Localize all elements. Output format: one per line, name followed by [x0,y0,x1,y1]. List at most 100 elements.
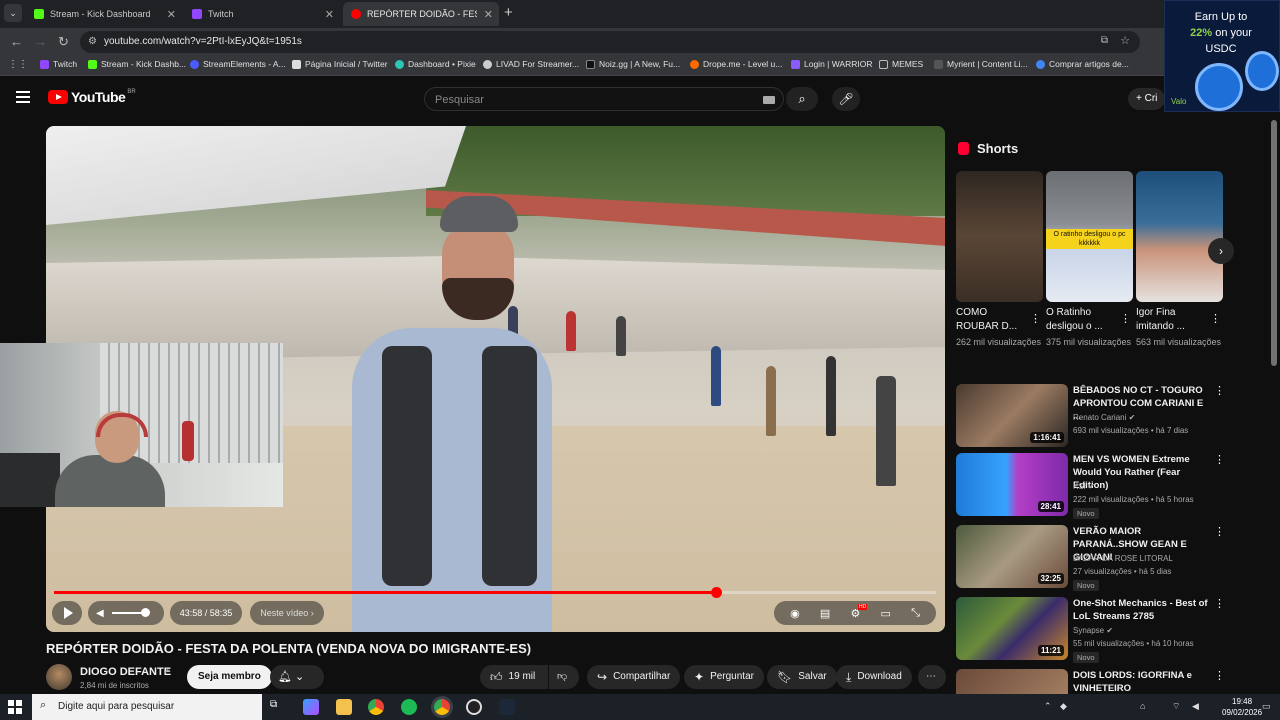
more-actions-button[interactable]: ⋯ [918,665,946,689]
dislike-button[interactable]: 👎︎ [549,665,579,689]
page-scrollbar[interactable] [1271,120,1277,366]
bookmark-item[interactable]: Drope.me - Level u... [690,59,782,69]
network-icon[interactable]: ⌂ [1140,701,1145,711]
site-info-icon[interactable]: ⚙ [88,36,97,47]
video-thumbnail[interactable]: 1:16:41 [956,384,1068,447]
tray-overflow-icon[interactable]: ⌃ [1044,701,1052,712]
bookmark-item[interactable]: Login | WARRIOR [791,59,873,69]
more-vert-icon[interactable]: ⋮ [1214,453,1225,466]
speaker-icon[interactable]: ◀︎ [1192,701,1199,712]
notifications-icon[interactable]: ▭ [1262,701,1271,712]
channel-name[interactable]: DIOGO DEFANTE [80,666,171,678]
chrome-active-icon[interactable] [434,699,450,715]
forward-icon[interactable]: → [34,34,47,49]
more-vert-icon[interactable]: ⋮ [1214,384,1225,397]
progress-scrubber[interactable] [710,587,722,598]
chrome-icon[interactable] [368,699,384,715]
theater-mode-icon[interactable]: ▭ [880,607,890,620]
spotify-icon[interactable] [401,699,417,715]
reload-icon[interactable]: ↻ [58,34,69,50]
close-tab-icon[interactable]: ✕ [167,8,176,21]
tab-kick-dashboard[interactable]: Stream - Kick Dashboard ✕ [26,2,182,26]
fullscreen-icon[interactable]: ⤡ [911,607,920,620]
install-app-icon[interactable]: ⧉ [1101,35,1108,46]
shorts-next-button[interactable]: › [1208,238,1234,264]
video-thumbnail[interactable]: 32:25 [956,525,1068,588]
recommended-video[interactable]: 11:21 One-Shot Mechanics - Best of LoL S… [956,597,1236,663]
chapters-button[interactable]: Neste vídeo › [250,601,324,625]
search-input[interactable]: Pesquisar [424,87,784,111]
new-tab-button[interactable]: + [504,4,513,21]
short-card[interactable]: Igor Fina imitando ... 563 mil visualiza… [1136,171,1223,349]
bookmark-item[interactable]: Comprar artigos de... [1036,59,1129,69]
play-button[interactable] [52,601,82,625]
create-button[interactable]: + Cri [1128,88,1166,110]
task-view-icon[interactable]: ⧉ [270,699,286,715]
video-thumbnail[interactable] [956,669,1068,694]
apps-icon[interactable]: ⋮⋮ [8,59,28,70]
short-thumbnail[interactable] [956,171,1043,302]
more-vert-icon[interactable]: ⋮ [1210,312,1221,325]
notifications-button[interactable]: 🔔︎ ⌄ [270,665,324,689]
back-icon[interactable]: ← [10,34,23,49]
recommended-video[interactable]: 1:16:41 BÊBADOS NO CT - TOGURO APRONTOU … [956,384,1236,448]
video-thumbnail[interactable]: 11:21 [956,597,1068,660]
share-button[interactable]: ↪ Compartilhar [587,665,681,689]
join-button[interactable]: Seja membro [187,665,272,689]
recommended-video[interactable]: 28:41 MEN VS WOMEN Extreme Would You Rat… [956,453,1236,519]
ask-button[interactable]: ✦ Perguntar [684,665,764,689]
steam-icon[interactable] [499,699,515,715]
close-tab-icon[interactable]: ✕ [325,8,334,21]
bookmark-item[interactable]: Stream - Kick Dashb... [88,59,186,69]
bookmark-star-icon[interactable]: ☆ [1120,34,1130,47]
address-bar[interactable]: ⚙ youtube.com/watch?v=2PtI-lxEyJQ&t=1951… [80,31,1140,53]
volume-slider[interactable] [111,608,150,617]
voice-search-button[interactable]: 🎤︎ [832,87,860,111]
bookmark-folder[interactable]: MEMES [879,59,923,69]
volume-icon[interactable]: ◀︎ [96,608,104,619]
tray-app-icon[interactable]: ◆ [1060,701,1067,712]
download-button[interactable]: ⤓ Download [836,665,912,689]
more-vert-icon[interactable]: ⋮ [1214,669,1225,682]
recommended-video[interactable]: DOIS LORDS: IGORFINA e VINHETEIRO ⋮ [956,669,1236,694]
volume-control[interactable]: ◀︎ [88,601,164,625]
bookmark-item[interactable]: LIVAD For Streamer... [483,59,579,69]
short-thumbnail[interactable] [1136,171,1223,302]
subtitles-icon[interactable]: ▤ [820,607,830,620]
taskbar-search-input[interactable]: ⌕ Digite aqui para pesquisar [32,694,262,720]
more-vert-icon[interactable]: ⋮ [1214,525,1225,538]
tab-twitch[interactable]: Twitch ✕ [184,2,340,26]
usdc-ad[interactable]: Earn Up to 22% on your USDC Valo [1164,0,1280,112]
progress-bar[interactable] [54,587,936,598]
file-explorer-icon[interactable] [336,699,352,715]
short-card[interactable]: O ratinho desligou o pc kkkkkk O Ratinho… [1046,171,1133,349]
copilot-icon[interactable] [303,699,319,715]
video-thumbnail[interactable]: 28:41 [956,453,1068,516]
keyboard-icon[interactable] [763,96,775,104]
bookmark-item[interactable]: Dashboard • Pixie [395,59,476,69]
bookmark-item[interactable]: StreamElements - A... [190,59,286,69]
save-button[interactable]: 🔖︎ Salvar [767,665,837,689]
short-thumbnail[interactable]: O ratinho desligou o pc kkkkkk [1046,171,1133,302]
obs-icon[interactable] [466,699,482,715]
wifi-icon[interactable]: ⌔ [1172,701,1180,712]
bookmark-item[interactable]: Twitch [40,59,77,69]
search-button[interactable]: ⌕ [786,87,818,111]
autoplay-toggle-icon[interactable]: ◉ [790,607,800,620]
tab-search-button[interactable]: ⌄ [4,4,22,22]
short-card[interactable]: COMO ROUBAR D... 262 mil visualizações ⋮ [956,171,1043,349]
more-vert-icon[interactable]: ⋮ [1030,312,1041,325]
close-tab-icon[interactable]: ✕ [484,8,493,21]
windows-start-icon[interactable] [8,700,22,714]
youtube-logo[interactable]: YouTube BR [48,89,136,105]
more-vert-icon[interactable]: ⋮ [1214,597,1225,610]
like-button[interactable]: 👍︎ 19 mil [480,665,548,689]
more-vert-icon[interactable]: ⋮ [1120,312,1131,325]
channel-avatar[interactable] [46,664,72,690]
bookmark-item[interactable]: Myrient | Content Li... [934,59,1028,69]
recommended-video[interactable]: 32:25 VERÃO MAIOR PARANÁ..SHOW GEAN E GI… [956,525,1236,591]
system-clock[interactable]: 19:48 09/02/2026 [1222,696,1262,718]
bookmark-item[interactable]: Página Inicial / Twitter [292,59,388,69]
bookmark-item[interactable]: Noiz.gg | A New, Fu... [586,59,680,69]
menu-icon[interactable] [16,91,30,103]
